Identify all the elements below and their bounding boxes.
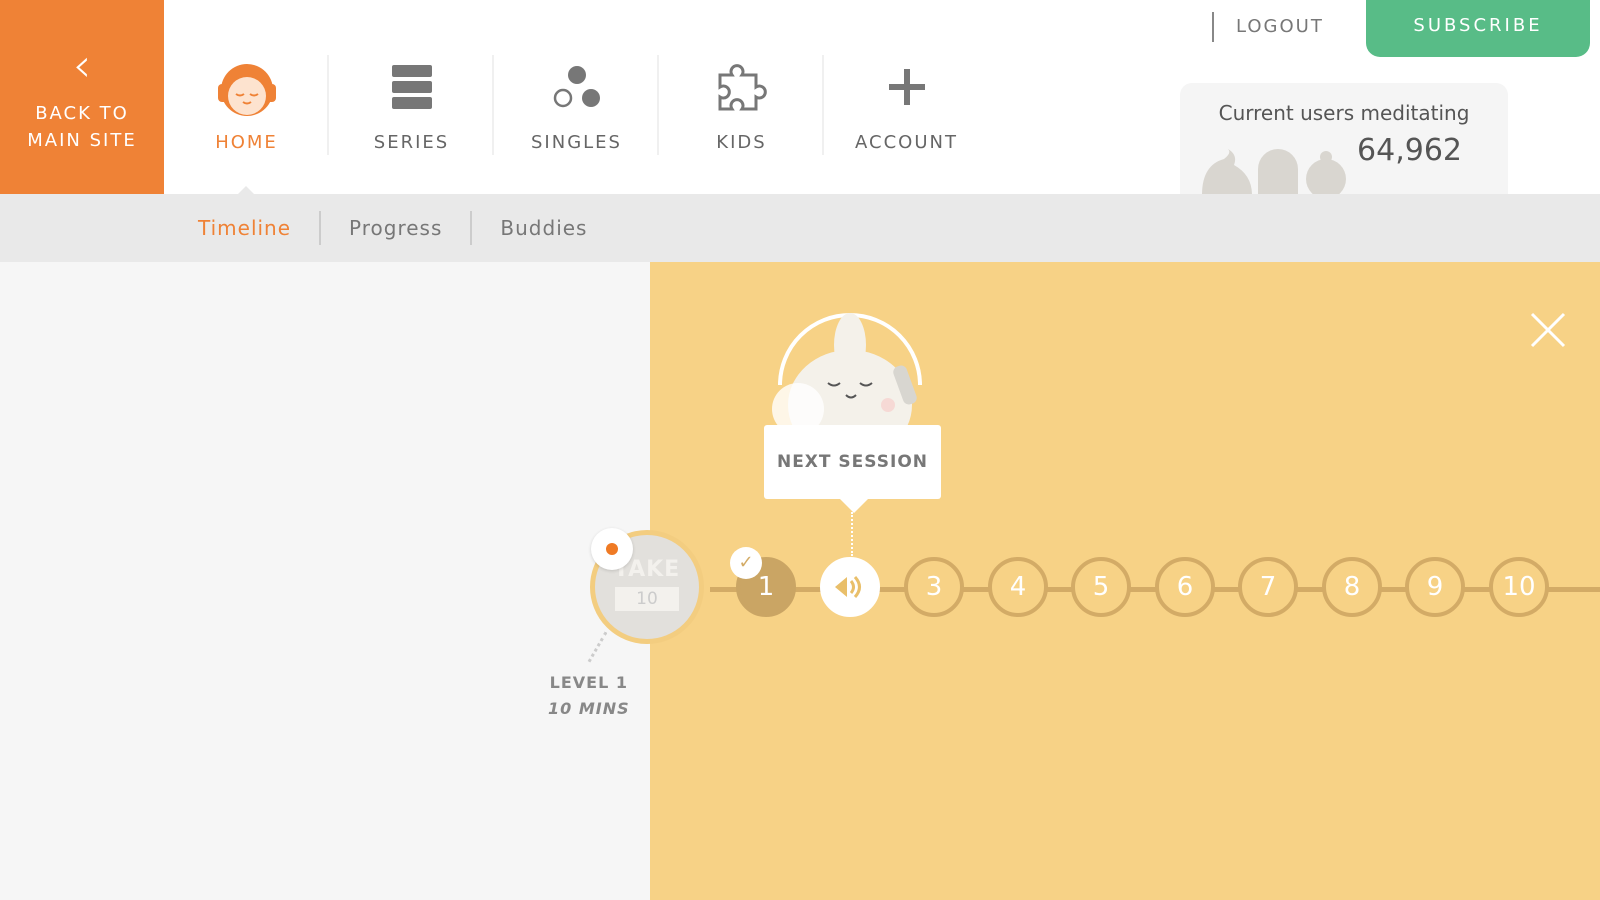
nav-label: HOME — [215, 132, 278, 153]
nav-series[interactable]: SERIES — [329, 0, 494, 194]
plus-icon — [824, 52, 989, 122]
main-nav: HOME SERIES SINGLES KIDS ACCOUNT — [164, 0, 989, 194]
logout-link[interactable]: LOGOUT — [1212, 12, 1324, 42]
session-6[interactable]: 6 — [1155, 557, 1215, 617]
back-to-main-site-button[interactable]: ‹ BACK TO MAIN SITE — [0, 0, 164, 194]
session-4[interactable]: 4 — [988, 557, 1048, 617]
session-10[interactable]: 10 — [1489, 557, 1549, 617]
users-title: Current users meditating — [1218, 101, 1470, 125]
session-2-play[interactable] — [820, 557, 880, 617]
level-label: LEVEL 1 — [549, 673, 628, 692]
tooltip-connector — [851, 512, 853, 556]
nav-kids[interactable]: KIDS — [659, 0, 824, 194]
tab-progress[interactable]: Progress — [321, 211, 473, 245]
meditating-character-illustration — [772, 313, 922, 430]
back-label: BACK TO MAIN SITE — [27, 103, 137, 151]
sub-tabs: Timeline Progress Buddies — [0, 194, 1600, 262]
close-icon[interactable] — [1528, 310, 1568, 350]
session-8[interactable]: 8 — [1322, 557, 1382, 617]
headspace-character-icon — [164, 52, 329, 122]
nav-singles[interactable]: SINGLES — [494, 0, 659, 194]
current-users-panel: Current users meditating 64,962 — [1180, 83, 1508, 194]
speaker-icon — [835, 575, 861, 599]
level-info: LEVEL 1 10 MINS — [548, 670, 630, 722]
circles-icon — [494, 52, 659, 122]
chevron-left-icon: ‹ — [72, 38, 92, 92]
nav-label: SINGLES — [531, 132, 622, 153]
tab-buddies[interactable]: Buddies — [472, 211, 615, 245]
nav-label: ACCOUNT — [855, 132, 958, 153]
nav-label: KIDS — [716, 132, 767, 153]
duration-label: 10 MINS — [548, 699, 630, 718]
next-session-tooltip: NEXT SESSION — [764, 425, 941, 513]
meditating-characters-icon — [1202, 149, 1346, 194]
nav-label: SERIES — [373, 132, 450, 153]
check-icon: ✓ — [730, 547, 762, 579]
current-pack-indicator — [591, 528, 633, 570]
left-panel — [0, 262, 650, 900]
stack-icon — [329, 52, 494, 122]
active-nav-caret — [232, 186, 260, 200]
session-3[interactable]: 3 — [904, 557, 964, 617]
tab-timeline[interactable]: Timeline — [170, 211, 322, 245]
nav-home[interactable]: HOME — [164, 0, 329, 194]
session-9[interactable]: 9 — [1405, 557, 1465, 617]
session-5[interactable]: 5 — [1071, 557, 1131, 617]
users-count: 64,962 — [1357, 133, 1462, 168]
puzzle-icon — [659, 52, 824, 122]
nav-account[interactable]: ACCOUNT — [824, 0, 989, 194]
subscribe-button[interactable]: SUBSCRIBE — [1366, 0, 1590, 57]
session-7[interactable]: 7 — [1238, 557, 1298, 617]
pack-number: 10 — [615, 587, 679, 611]
